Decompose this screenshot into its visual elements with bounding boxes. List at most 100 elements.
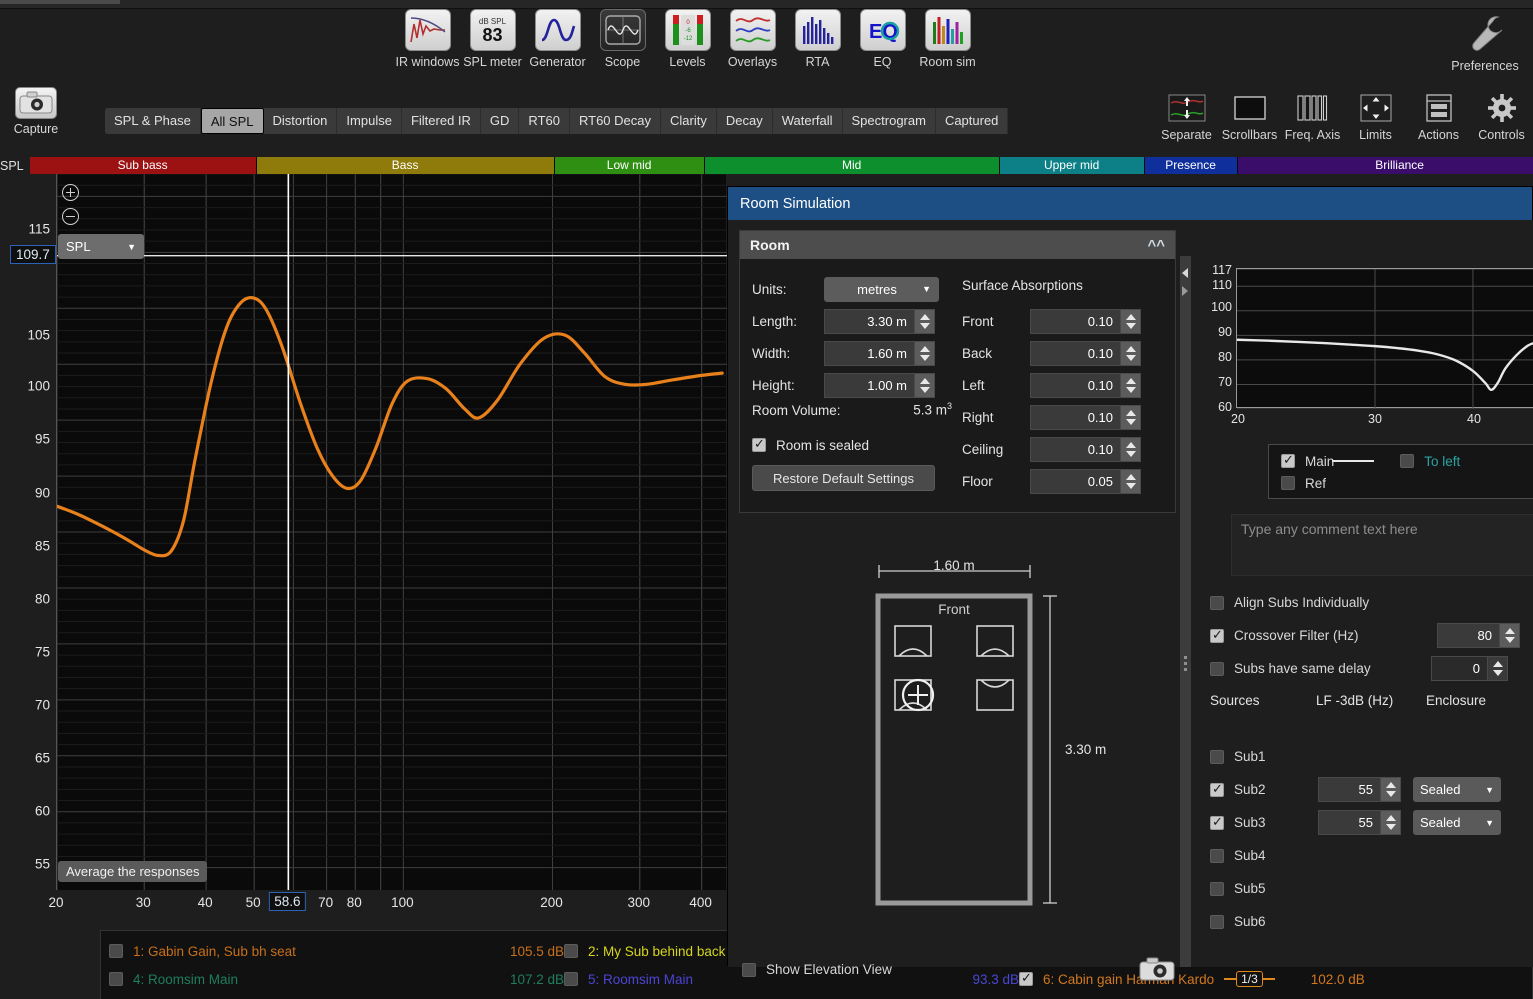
- crossover-checkbox[interactable]: [1210, 627, 1224, 643]
- spin-up-icon[interactable]: [1125, 345, 1136, 352]
- spin-up-icon[interactable]: [1504, 628, 1515, 634]
- restore-defaults-button[interactable]: Restore Default Settings: [752, 465, 935, 491]
- legend-item-4[interactable]: 4: Roomsim Main 107.2 dB: [109, 972, 564, 987]
- show-elevation-row[interactable]: Show Elevation View: [742, 962, 892, 977]
- room-sealed-row[interactable]: Room is sealed: [752, 431, 952, 459]
- freq-axis-button[interactable]: Freq. Axis: [1281, 85, 1344, 142]
- crossover-stepper[interactable]: 80: [1437, 623, 1520, 648]
- toolbar-spl-meter[interactable]: dB SPL 83 SPL meter: [460, 9, 525, 69]
- toolbar-overlays[interactable]: Overlays: [720, 9, 785, 69]
- spin-down-icon[interactable]: [919, 354, 930, 361]
- toolbar-ir-windows[interactable]: IR windows: [395, 9, 460, 69]
- tab-decay[interactable]: Decay: [716, 108, 773, 134]
- sub6-checkbox[interactable]: [1210, 914, 1224, 929]
- length-value[interactable]: 3.30 m: [824, 308, 914, 334]
- tab-spectrogram[interactable]: Spectrogram: [842, 108, 936, 134]
- sub2-lf-stepper[interactable]: 55: [1318, 777, 1401, 802]
- spin-arrows[interactable]: [1120, 404, 1141, 430]
- absorption-front-value[interactable]: 0.10: [1030, 308, 1120, 334]
- absorption-front-stepper[interactable]: 0.10: [1030, 308, 1141, 334]
- spin-arrows[interactable]: [1499, 623, 1520, 648]
- absorption-back-stepper[interactable]: 0.10: [1030, 340, 1141, 366]
- spin-arrows[interactable]: [1120, 372, 1141, 398]
- align-subs-row[interactable]: Align Subs Individually: [1196, 586, 1533, 619]
- spin-arrows[interactable]: [1120, 468, 1141, 494]
- legend-checkbox[interactable]: [109, 972, 123, 986]
- spin-down-icon[interactable]: [1492, 670, 1503, 676]
- comment-textarea[interactable]: Type any comment text here: [1231, 514, 1533, 576]
- sub1-checkbox[interactable]: [1210, 749, 1224, 764]
- sub-row-3[interactable]: Sub3 55 Sealed ▼: [1196, 806, 1533, 839]
- splitter-collapse-left-icon[interactable]: [1182, 268, 1188, 278]
- zoom-controls[interactable]: [62, 184, 79, 225]
- top-scrollbar-thumb[interactable]: [0, 0, 120, 4]
- splitter-expand-right-icon[interactable]: [1182, 286, 1188, 296]
- plot-area[interactable]: [56, 174, 727, 890]
- sub2-checkbox[interactable]: [1210, 781, 1224, 797]
- top-scrollbar[interactable]: [0, 0, 1533, 9]
- spin-up-icon[interactable]: [1385, 782, 1396, 788]
- mini-plot-area[interactable]: [1236, 268, 1533, 409]
- legend-checkbox[interactable]: [109, 944, 123, 958]
- spin-up-icon[interactable]: [919, 313, 930, 320]
- spin-up-icon[interactable]: [919, 345, 930, 352]
- spin-up-icon[interactable]: [1125, 409, 1136, 416]
- spin-up-icon[interactable]: [1125, 473, 1136, 480]
- spin-down-icon[interactable]: [1125, 482, 1136, 489]
- sub-row-5[interactable]: Sub5: [1196, 872, 1533, 905]
- same-delay-value[interactable]: 0: [1431, 656, 1487, 681]
- tab-impulse[interactable]: Impulse: [337, 108, 402, 134]
- main-checkbox[interactable]: [1281, 452, 1295, 468]
- absorption-back-value[interactable]: 0.10: [1030, 340, 1120, 366]
- splitter-grip[interactable]: [1184, 656, 1187, 674]
- length-spin-arrows[interactable]: [914, 308, 935, 334]
- spin-up-icon[interactable]: [1125, 441, 1136, 448]
- same-delay-checkbox[interactable]: [1210, 661, 1224, 676]
- width-stepper[interactable]: 1.60 m: [824, 340, 935, 366]
- spin-arrows[interactable]: [1380, 810, 1401, 835]
- legend-checkbox[interactable]: [564, 944, 578, 958]
- absorption-floor-stepper[interactable]: 0.05: [1030, 468, 1141, 494]
- spin-down-icon[interactable]: [1125, 450, 1136, 457]
- tab-gd[interactable]: GD: [480, 108, 520, 134]
- sub-row-6[interactable]: Sub6: [1196, 905, 1533, 938]
- toolbar-rta[interactable]: RTA: [785, 9, 850, 69]
- sub-row-1[interactable]: Sub1: [1196, 740, 1533, 773]
- cursor-y-value[interactable]: 109.7: [10, 244, 56, 264]
- absorption-ceiling-value[interactable]: 0.10: [1030, 436, 1120, 462]
- toolbar-eq[interactable]: EQ EQ: [850, 9, 915, 69]
- absorption-left-stepper[interactable]: 0.10: [1030, 372, 1141, 398]
- toolbar-scope[interactable]: Scope: [590, 9, 655, 69]
- show-elevation-checkbox[interactable]: [742, 962, 756, 977]
- spin-arrows[interactable]: [1120, 436, 1141, 462]
- spin-down-icon[interactable]: [919, 386, 930, 393]
- preferences-button[interactable]: Preferences: [1439, 11, 1531, 73]
- spin-down-icon[interactable]: [1125, 354, 1136, 361]
- tab-spl-phase[interactable]: SPL & Phase: [105, 108, 201, 134]
- spin-down-icon[interactable]: [1125, 386, 1136, 393]
- units-select[interactable]: metres ▼: [824, 276, 939, 302]
- spin-up-icon[interactable]: [1492, 661, 1503, 667]
- spin-up-icon[interactable]: [1125, 313, 1136, 320]
- legend-checkbox[interactable]: [564, 972, 578, 986]
- crossover-value[interactable]: 80: [1437, 623, 1499, 648]
- room-sim-chart[interactable]: 117 110 100 90 80 70 60 20 30 40: [1196, 260, 1533, 440]
- same-delay-row[interactable]: Subs have same delay 0: [1196, 652, 1533, 685]
- spin-arrows[interactable]: [1120, 340, 1141, 366]
- width-spin-arrows[interactable]: [914, 340, 935, 366]
- ref-checkbox[interactable]: [1281, 476, 1295, 490]
- toolbar-generator[interactable]: Generator: [525, 9, 590, 69]
- diagram-camera-button[interactable]: [1138, 956, 1176, 982]
- tab-rt60-decay[interactable]: RT60 Decay: [569, 108, 661, 134]
- main-spl-chart[interactable]: 115 105 100 95 90 85 80 75 70 65 60 55 S…: [0, 174, 740, 930]
- align-subs-checkbox[interactable]: [1210, 595, 1224, 610]
- spin-down-icon[interactable]: [919, 322, 930, 329]
- legend-item-1[interactable]: 1: Gabin Gain, Sub bh seat 105.5 dB: [109, 944, 564, 959]
- room-plan-diagram[interactable]: 1.60 m 3.30 m Front: [739, 550, 1176, 920]
- to-left-checkbox[interactable]: [1400, 454, 1415, 468]
- length-stepper[interactable]: 3.30 m: [824, 308, 935, 334]
- zoom-out-icon[interactable]: [62, 208, 79, 225]
- spin-down-icon[interactable]: [1125, 418, 1136, 425]
- scrollbars-button[interactable]: Scrollbars: [1218, 85, 1281, 142]
- sub3-lf-value[interactable]: 55: [1318, 810, 1380, 835]
